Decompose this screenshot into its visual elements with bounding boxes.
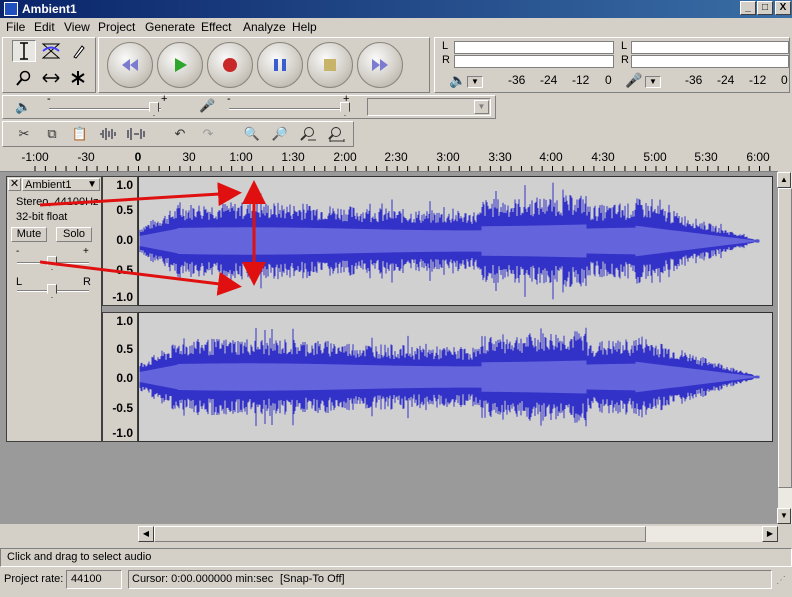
project-rate-value: 44100 xyxy=(71,573,102,585)
scroll-down-icon[interactable]: ▼ xyxy=(777,508,791,524)
vertical-scrollbar[interactable]: ▲ ▼ xyxy=(777,172,792,524)
annotation-arrow-top xyxy=(39,182,242,207)
project-rate-field[interactable]: 44100 xyxy=(66,570,122,589)
resize-grip-icon[interactable]: ⋰ xyxy=(776,575,786,586)
status-hint-bar: Click and drag to select audio xyxy=(0,548,792,567)
project-rate-label: Project rate: xyxy=(4,573,64,585)
scroll-up-icon[interactable]: ▲ xyxy=(777,172,791,188)
status-bar: Project rate: 44100 Cursor: 0:00.000000 … xyxy=(0,569,792,591)
cursor-position: Cursor: 0:00.000000 min:sec xyxy=(132,573,274,585)
annotation-arrow-bottom xyxy=(39,260,242,296)
scroll-right-icon[interactable]: ▶ xyxy=(762,526,778,542)
annotation-overlay xyxy=(39,180,266,296)
cursor-status-field: Cursor: 0:00.000000 min:sec [Snap-To Off… xyxy=(128,570,772,589)
horizontal-scroll-thumb[interactable] xyxy=(154,526,646,542)
snap-status: [Snap-To Off] xyxy=(280,573,345,585)
status-hint: Click and drag to select audio xyxy=(7,551,152,563)
horizontal-scrollbar[interactable]: ◀ ▶ xyxy=(138,526,778,542)
scroll-left-icon[interactable]: ◀ xyxy=(138,526,154,542)
vertical-scroll-thumb[interactable] xyxy=(778,188,792,488)
